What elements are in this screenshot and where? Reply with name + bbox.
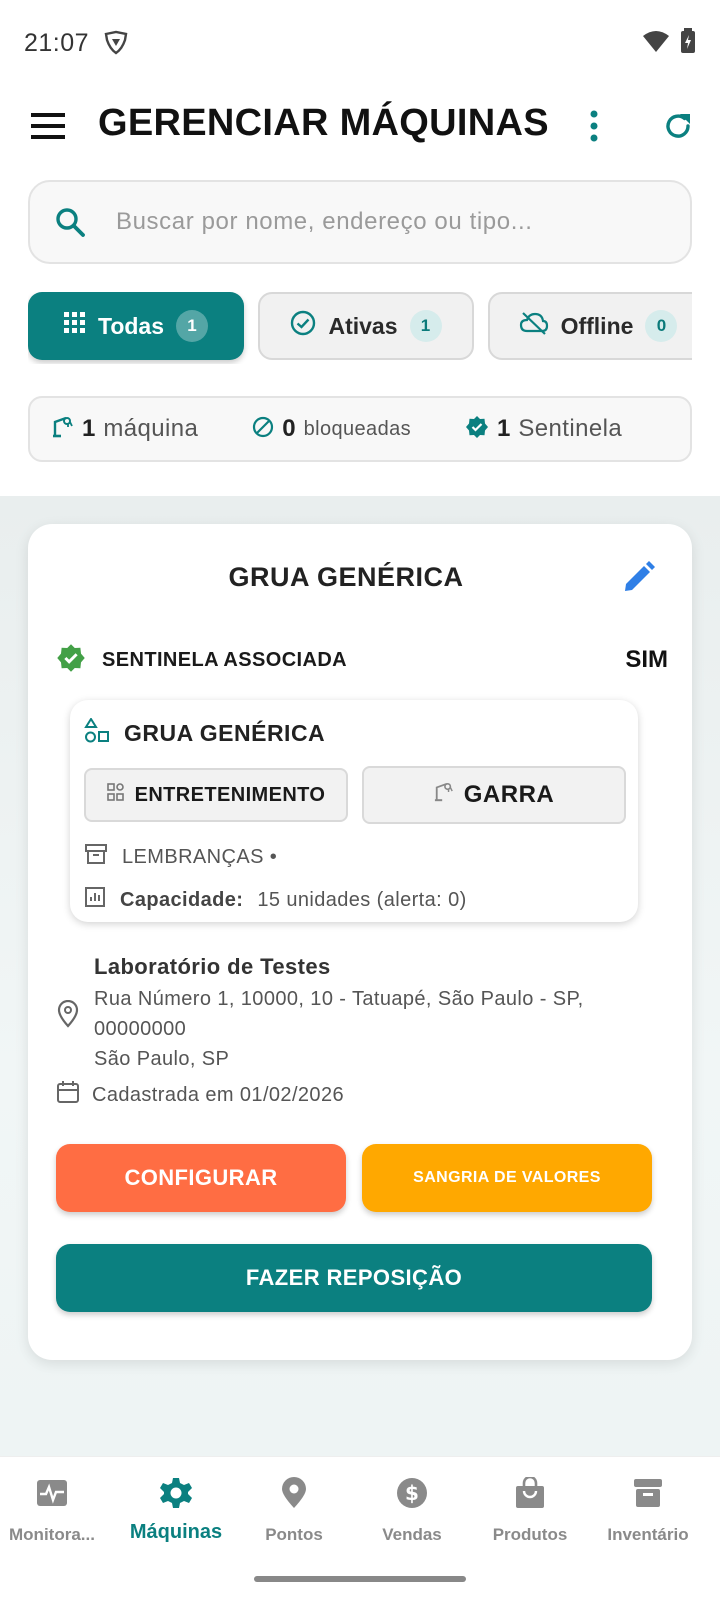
summary-blocked: 0 bloqueadas (252, 415, 411, 443)
check-circle-icon (290, 310, 316, 342)
category-icon (106, 783, 125, 807)
nav-label: Monitora... (9, 1525, 95, 1544)
vpn-shield-icon (103, 30, 129, 56)
location-name: Laboratório de Testes (94, 954, 331, 979)
gear-icon (158, 1475, 194, 1511)
location-pin-icon (276, 1475, 312, 1511)
location-pin-icon (56, 999, 80, 1033)
nav-label: Vendas (382, 1525, 442, 1544)
address-zip: 00000000 (94, 1018, 187, 1040)
nav-label: Pontos (265, 1525, 323, 1544)
menu-icon[interactable] (28, 106, 68, 146)
refresh-icon[interactable] (656, 104, 700, 148)
filter-chip-label: Ativas (328, 312, 398, 339)
address-city: São Paulo, SP (94, 1048, 230, 1070)
kind-label: GARRA (463, 781, 555, 808)
nav-label: Máquinas (129, 1521, 223, 1543)
summary-machines: 1 máquina (52, 415, 198, 443)
configure-button[interactable]: CONFIGURAR (56, 1144, 346, 1212)
block-icon (252, 416, 274, 443)
machine-type-name: GRUA GENÉRICA (124, 720, 326, 746)
filter-chip-count: 1 (409, 310, 442, 342)
claw-crane-icon (52, 416, 74, 443)
blocked-label: bloqueadas (303, 417, 412, 440)
dollar-icon: $ (394, 1475, 430, 1511)
bar-chart-icon (84, 886, 106, 914)
wifi-icon (642, 29, 670, 58)
edit-pencil-icon[interactable] (618, 558, 658, 598)
machine-type-card: GRUA GENÉRICA ENTRETENIMENTO GARRA LEMBR… (70, 700, 638, 922)
cloud-off-icon (519, 311, 549, 341)
nav-item-maquinas[interactable]: Máquinas (116, 1475, 236, 1544)
archive-box-icon (84, 842, 108, 872)
claw-crane-icon (434, 781, 454, 809)
filter-chip-count: 0 (645, 310, 678, 342)
product-line-row: LEMBRANÇAS • (84, 842, 277, 872)
sentinel-count: 1 (497, 415, 511, 442)
verified-badge-icon (465, 415, 489, 444)
nav-item-inventario[interactable]: Inventário (588, 1475, 708, 1545)
machine-title: GRUA GENÉRICA (228, 562, 464, 592)
capacity-value: 15 unidades (alerta: 0) (257, 888, 467, 911)
filter-chip-offline[interactable]: Offline 0 (488, 292, 692, 360)
nav-label: Inventário (607, 1525, 689, 1544)
nav-item-pontos[interactable]: Pontos (234, 1475, 354, 1545)
svg-text:$: $ (405, 1481, 419, 1505)
status-time: 21:07 (24, 28, 90, 57)
product-line-label: LEMBRANÇAS • (122, 845, 278, 868)
filter-chip-active[interactable]: Ativas 1 (258, 292, 474, 360)
machine-card: GRUA GENÉRICA SENTINELA ASSOCIADA SIM GR… (28, 524, 692, 1360)
kind-tag: GARRA (362, 766, 626, 824)
sentinel-label: SENTINELA ASSOCIADA (102, 648, 348, 671)
filter-chip-label: Offline (560, 312, 634, 339)
machines-count: 1 (82, 415, 96, 442)
battery-icon (680, 27, 696, 59)
search-box (28, 180, 692, 264)
filter-chip-all[interactable]: Todas 1 (28, 292, 244, 360)
nav-item-monitoramento[interactable]: Monitora... (0, 1475, 112, 1545)
status-bar: 21:07 (0, 0, 720, 86)
monitor-icon (34, 1475, 70, 1511)
filter-chip-label: Todas (97, 312, 165, 339)
sentinel-row: SENTINELA ASSOCIADA SIM (56, 640, 668, 680)
more-vert-icon[interactable] (572, 104, 616, 148)
machines-label: máquina (103, 415, 199, 442)
search-input[interactable] (116, 208, 636, 236)
archive-icon (630, 1475, 666, 1511)
nav-label: Produtos (492, 1525, 568, 1544)
capacity-row: Capacidade: 15 unidades (alerta: 0) (84, 886, 467, 914)
filter-chips: Todas 1 Ativas 1 Offline 0 (28, 292, 692, 364)
shopping-bag-icon (512, 1475, 548, 1511)
address-line: Rua Número 1, 10000, 10 - Tatuapé, São P… (94, 988, 584, 1010)
search-icon (54, 204, 90, 240)
capacity-label: Capacidade: (120, 888, 244, 911)
page-title: GERENCIAR MÁQUINAS (98, 102, 549, 144)
nav-item-vendas[interactable]: $ Vendas (352, 1475, 472, 1545)
restock-button[interactable]: FAZER REPOSIÇÃO (56, 1244, 652, 1312)
sangria-button[interactable]: SANGRIA DE VALORES (362, 1144, 652, 1212)
verified-badge-icon (56, 643, 86, 678)
calendar-icon (56, 1080, 80, 1110)
machine-list: GRUA GENÉRICA SENTINELA ASSOCIADA SIM GR… (0, 496, 720, 1456)
blocked-count: 0 (282, 415, 296, 442)
grid-icon (63, 312, 86, 340)
app-bar: GERENCIAR MÁQUINAS (0, 86, 720, 166)
sentinel-value: SIM (625, 646, 668, 673)
machine-type-header: GRUA GENÉRICA (84, 717, 326, 749)
summary-bar: 1 máquina 0 bloqueadas 1 Sentinela (28, 396, 692, 462)
registered-date: Cadastrada em 01/02/2026 (92, 1083, 344, 1106)
home-indicator[interactable] (254, 1576, 466, 1582)
category-tag: ENTRETENIMENTO (84, 768, 348, 822)
sentinel-label: Sentinela (518, 415, 623, 442)
filter-chip-count: 1 (176, 310, 209, 342)
shapes-icon (84, 717, 110, 749)
category-label: ENTRETENIMENTO (134, 783, 326, 806)
summary-sentinel: 1 Sentinela (465, 415, 622, 444)
registered-row: Cadastrada em 01/02/2026 (56, 1080, 344, 1110)
nav-item-produtos[interactable]: Produtos (470, 1475, 590, 1545)
